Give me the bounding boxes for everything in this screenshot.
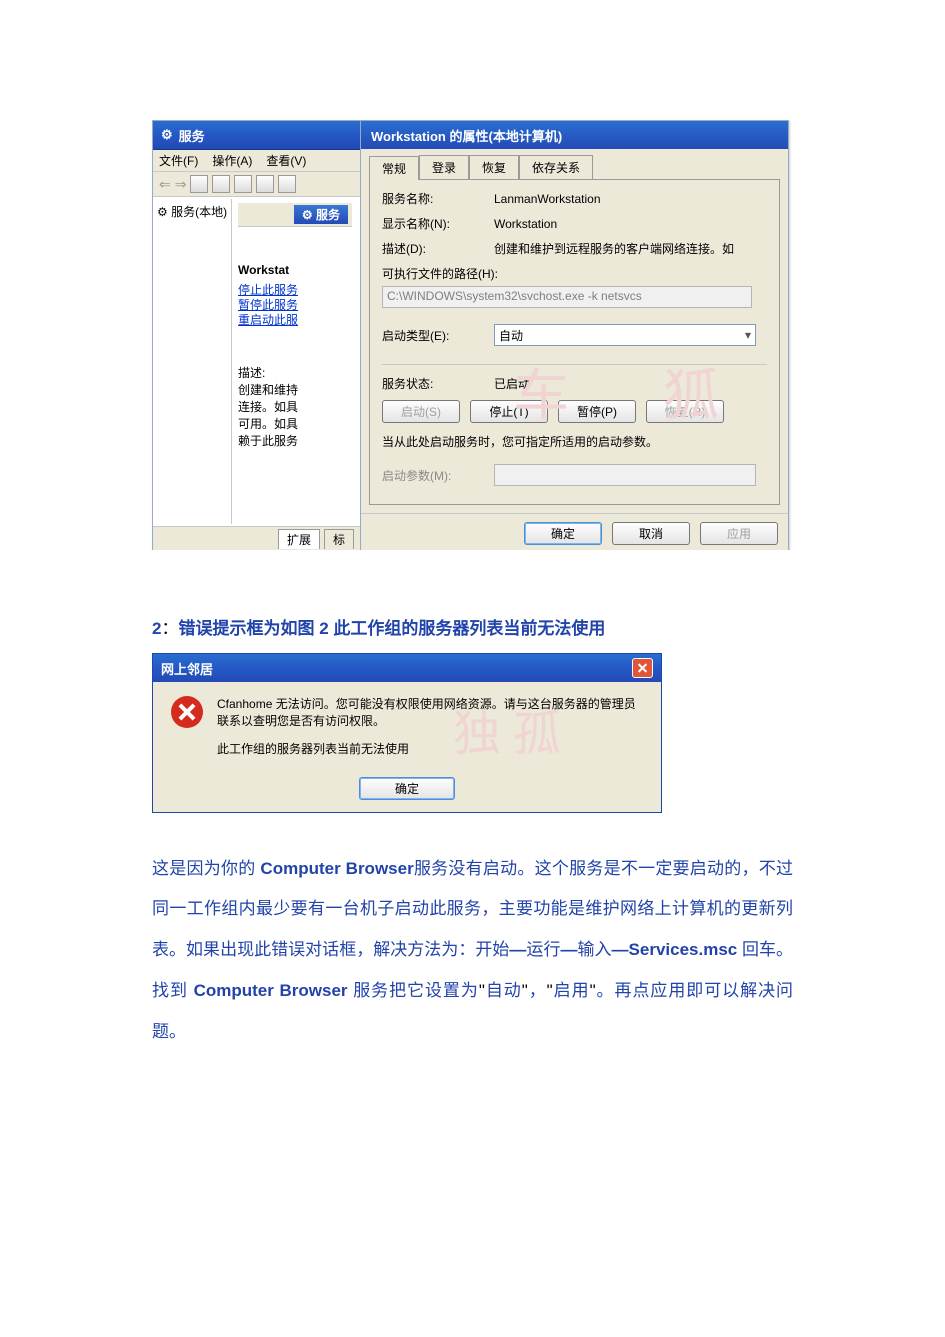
tab-standard[interactable]: 标: [324, 529, 354, 549]
lbl-service-name: 服务名称:: [382, 190, 486, 207]
explanation-paragraph: 这是因为你的 Computer Browser服务没有启动。这个服务是不一定要启…: [152, 849, 793, 1053]
tab-logon[interactable]: 登录: [419, 155, 469, 179]
services-menubar: 文件(F) 操作(A) 查看(V): [153, 150, 360, 172]
services-body: ⚙ 服务(本地) ⚙ 服务 Workstat 停止此服务: [153, 197, 360, 526]
properties-tabs: 常规 登录 恢复 依存关系: [361, 149, 788, 179]
link-pause-service[interactable]: 暂停此服务: [238, 298, 352, 313]
close-icon[interactable]: [632, 658, 653, 678]
error-message-2: 此工作组的服务器列表当前无法使用: [217, 740, 643, 757]
p-t11: ，: [528, 981, 547, 1000]
btn-apply: 应用: [700, 522, 778, 545]
select-start-type[interactable]: 自动 ▾: [494, 324, 756, 346]
btn-cancel[interactable]: 取消: [612, 522, 690, 545]
selected-service-name: Workstat: [238, 261, 352, 283]
p-t8: Computer Browser: [194, 981, 354, 1000]
menu-action[interactable]: 操作(A): [212, 152, 252, 169]
input-start-params: [494, 464, 756, 486]
tab-dependencies[interactable]: 依存关系: [519, 155, 593, 179]
val-exe-path: C:\WINDOWS\system32\svchost.exe -k netsv…: [382, 286, 752, 308]
heading-sep: ：: [161, 619, 178, 638]
error-message-1: Cfanhome 无法访问。您可能没有权限使用网络资源。请与这台服务器的管理员联…: [217, 696, 643, 730]
toolbar-icon-3[interactable]: [234, 175, 252, 193]
chevron-down-icon: ▾: [745, 328, 751, 342]
torn-edge-decoration: [152, 550, 793, 564]
desc-line-4: 赖于此服务: [238, 432, 352, 449]
error-ok-button[interactable]: 确定: [359, 777, 455, 800]
nav-back-icon[interactable]: ⇐: [159, 177, 171, 191]
heading-text-b: 此工作组的服务器列表当前无法使用: [329, 619, 606, 638]
error-dialog-title: 网上邻居: [161, 659, 213, 678]
btn-ok[interactable]: 确定: [524, 522, 602, 545]
error-dialog: 独 孤 网上邻居 Cfanhome 无法访问。您可能没有权限使用网络资源。请与这…: [152, 653, 662, 813]
link-restart-service[interactable]: 重启动此服: [238, 313, 352, 328]
heading-text-a: 错误提示框为如图: [178, 619, 319, 638]
p-d3: —: [612, 940, 629, 959]
desc-line-3: 可用。如具: [238, 415, 352, 432]
properties-title: Workstation 的属性(本地计算机): [371, 126, 562, 145]
lbl-description: 描述(D):: [382, 240, 486, 257]
p-t12: 启用: [553, 981, 590, 1000]
p-t5: 输入: [577, 940, 611, 959]
hint-start-params: 当从此处启动服务时，您可指定所适用的启动参数。: [382, 433, 767, 450]
services-bottom-tabs: 扩展 标: [153, 526, 360, 551]
tab-general[interactable]: 常规: [369, 156, 419, 180]
error-icon: [171, 696, 203, 728]
services-left-pane: ⚙ 服务 文件(F) 操作(A) 查看(V) ⇐ ⇒: [153, 121, 361, 551]
lbl-service-status: 服务状态:: [382, 375, 486, 392]
services-tree[interactable]: ⚙ 服务(本地): [155, 199, 231, 524]
services-toolbar: ⇐ ⇒: [153, 172, 360, 197]
toolbar-icon-2[interactable]: [212, 175, 230, 193]
desc-label: 描述:: [238, 364, 352, 381]
menu-view[interactable]: 查看(V): [266, 152, 306, 169]
services-window: 车 狐 ⚙ 服务 文件(F) 操作(A) 查看(V) ⇐ ⇒: [152, 120, 789, 552]
properties-body: 服务名称: LanmanWorkstation 显示名称(N): Worksta…: [369, 179, 780, 505]
btn-stop[interactable]: 停止(T): [470, 400, 548, 423]
val-service-name: LanmanWorkstation: [494, 192, 601, 206]
p-d1: —: [509, 940, 526, 959]
nav-fwd-icon[interactable]: ⇒: [175, 177, 187, 191]
lbl-exe-path: 可执行文件的路径(H):: [382, 265, 767, 282]
section-heading-2: 2：错误提示框为如图 2 此工作组的服务器列表当前无法使用: [152, 614, 793, 639]
toolbar-icon-5[interactable]: [278, 175, 296, 193]
tab-recovery[interactable]: 恢复: [469, 155, 519, 179]
p-t2: Computer Browser: [260, 859, 413, 878]
toolbar-icon-4[interactable]: [256, 175, 274, 193]
p-d2: —: [560, 940, 577, 959]
btn-start: 启动(S): [382, 400, 460, 423]
p-t10: 自动: [485, 981, 522, 1000]
lbl-start-type: 启动类型(E):: [382, 327, 486, 344]
val-start-type: 自动: [499, 327, 523, 344]
lbl-display-name: 显示名称(N):: [382, 215, 486, 232]
services-title-icon: ⚙: [161, 127, 173, 143]
properties-dialog: Workstation 的属性(本地计算机) 常规 登录 恢复 依存关系 服务名…: [361, 121, 788, 551]
val-display-name: Workstation: [494, 217, 557, 231]
gear-icon: ⚙: [157, 205, 168, 219]
btn-pause[interactable]: 暂停(P): [558, 400, 636, 423]
btn-resume: 恢复(R): [646, 400, 724, 423]
properties-titlebar: Workstation 的属性(本地计算机): [361, 121, 788, 149]
val-service-status: 已启动: [494, 375, 530, 392]
services-detail-col: ⚙ 服务 Workstat 停止此服务 暂停此服务 重启动此服 描述: 创建和维…: [231, 199, 358, 524]
link-stop-service[interactable]: 停止此服务: [238, 283, 352, 298]
p-t9: 服务把它设置为: [353, 981, 479, 1000]
val-description: 创建和维护到远程服务的客户端网络连接。如: [494, 240, 734, 257]
heading-num2: 2: [319, 619, 328, 638]
desc-line-1: 创建和维持: [238, 381, 352, 398]
p-t6: Services.msc: [629, 940, 738, 959]
services-detail-header: ⚙ 服务: [238, 203, 352, 227]
menu-file[interactable]: 文件(F): [159, 152, 198, 169]
tab-extended[interactable]: 扩展: [278, 529, 320, 549]
detail-header-title: 服务: [316, 208, 340, 222]
desc-line-2: 连接。如具: [238, 398, 352, 415]
tree-root-label: 服务(本地): [171, 205, 227, 219]
p-t1: 这是因为你的: [152, 859, 260, 878]
lbl-start-params: 启动参数(M):: [382, 467, 486, 484]
properties-footer: 确定 取消 应用: [361, 513, 788, 551]
services-title: 服务: [179, 126, 205, 145]
services-titlebar: ⚙ 服务: [153, 121, 360, 150]
gear-icon: ⚙: [302, 208, 313, 222]
toolbar-icon-1[interactable]: [190, 175, 208, 193]
p-t4: 运行: [526, 940, 560, 959]
error-dialog-titlebar: 网上邻居: [153, 654, 661, 682]
